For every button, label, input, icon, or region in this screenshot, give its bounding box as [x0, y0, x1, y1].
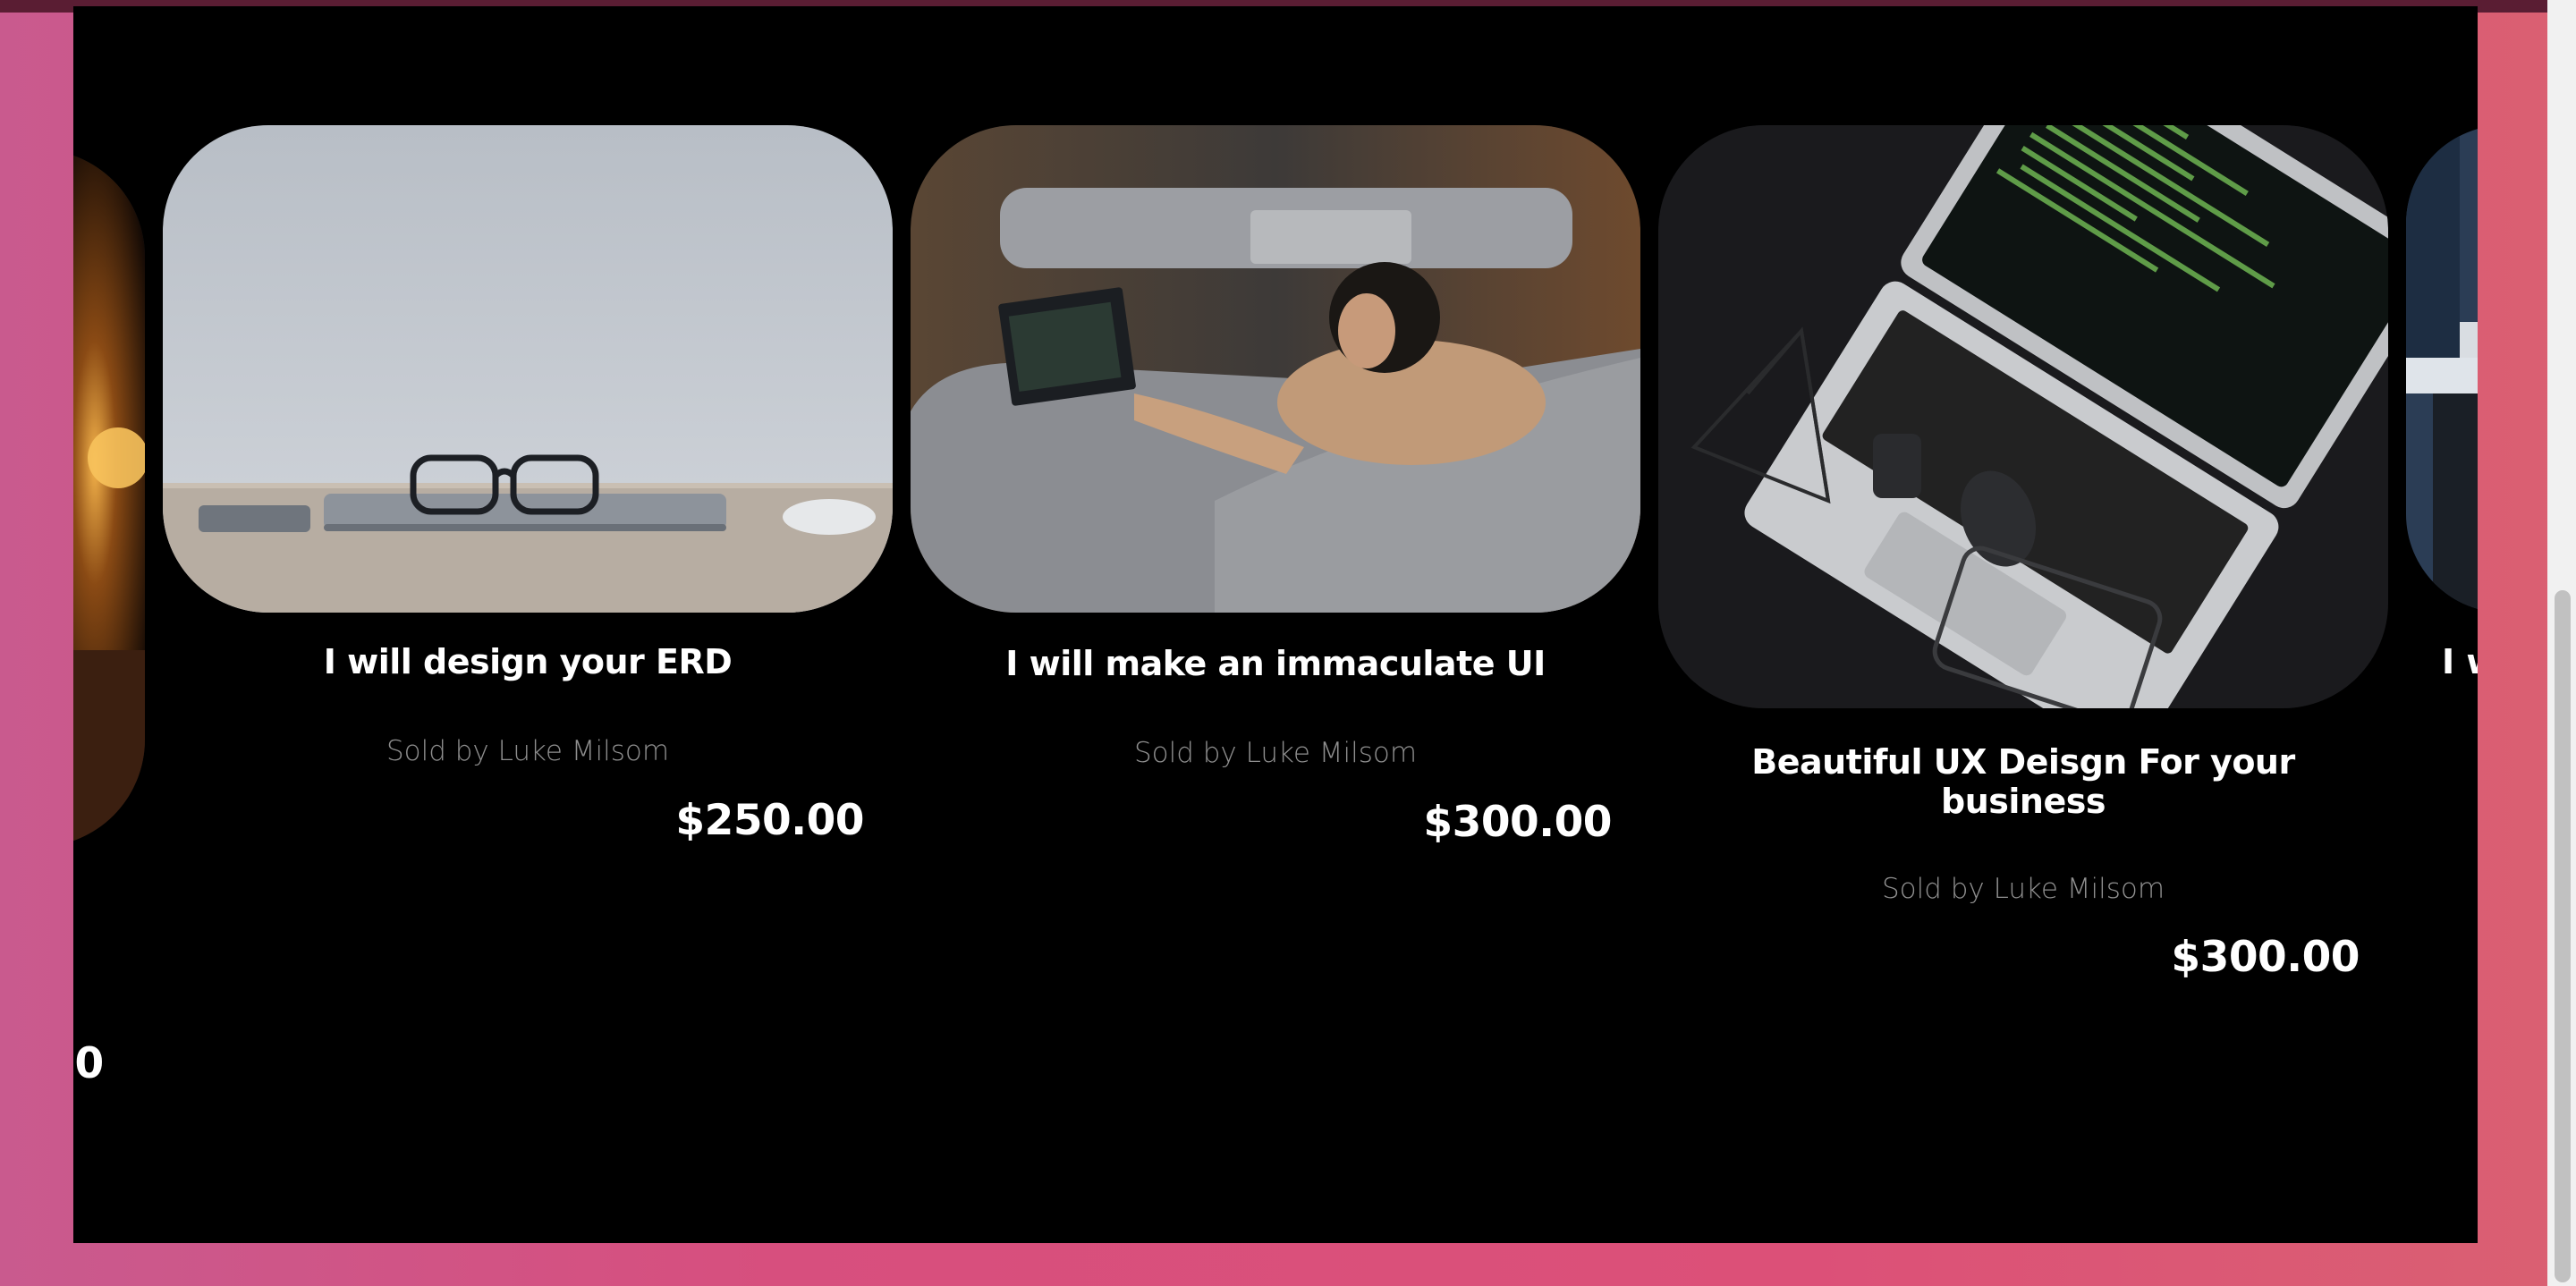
product-carousel[interactable]: )0	[73, 6, 2478, 1243]
product-title-line: Beautiful UX Deisgn For your	[1751, 742, 2295, 782]
product-price: $300.00	[1423, 798, 1612, 847]
product-seller: Sold by Luke Milsom	[1881, 873, 2165, 905]
product-seller: Sold by Luke Milsom	[1133, 737, 1418, 769]
product-price: $250.00	[675, 796, 864, 845]
product-title[interactable]: I will make an immaculate UI	[911, 644, 1640, 683]
product-image	[2406, 125, 2478, 613]
scrollbar-thumb[interactable]	[2555, 590, 2571, 1282]
product-price: $300.00	[2171, 933, 2360, 982]
product-title[interactable]: I w	[2442, 642, 2478, 681]
product-price: )0	[73, 1039, 105, 1088]
page-scrollbar[interactable]	[2547, 0, 2576, 1286]
product-title-line: business	[1941, 782, 2106, 821]
product-seller: Sold by Luke Milsom	[386, 735, 670, 767]
product-title[interactable]: I will design your ERD	[163, 642, 893, 681]
product-card[interactable]: Beautiful UX Deisgn For your business So…	[1658, 125, 2388, 1011]
product-card-partial-left[interactable]	[73, 149, 145, 847]
product-card[interactable]: I will make an immaculate UI Sold by Luk…	[911, 125, 1640, 867]
product-card-partial-right[interactable]: I w	[2406, 125, 2478, 841]
product-title[interactable]: Beautiful UX Deisgn For your business	[1658, 742, 2388, 821]
product-image	[911, 125, 1640, 613]
product-image	[163, 125, 893, 613]
product-card[interactable]: I will design your ERD Sold by Luke Mils…	[163, 125, 893, 867]
product-image	[73, 149, 145, 847]
product-image	[1658, 125, 2388, 708]
